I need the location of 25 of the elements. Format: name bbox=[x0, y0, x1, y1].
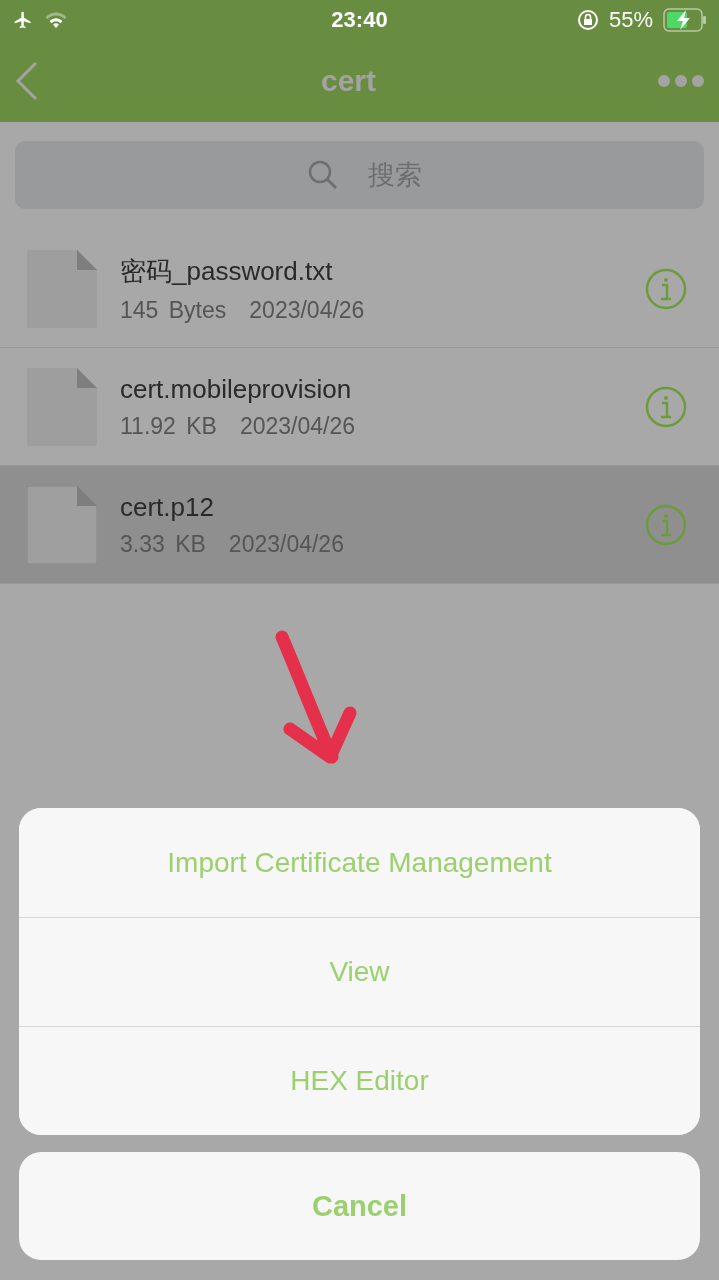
info-button[interactable] bbox=[645, 267, 687, 310]
info-button[interactable] bbox=[645, 503, 687, 546]
file-meta: 3.33 KB 2023/04/26 bbox=[120, 530, 345, 558]
file-name: cert.mobileprovision bbox=[120, 373, 353, 405]
search-icon bbox=[307, 160, 338, 190]
battery-percentage: 55% bbox=[608, 7, 653, 33]
file-icon bbox=[27, 367, 97, 446]
file-icon bbox=[27, 485, 97, 564]
file-meta: 145 Bytes 2023/04/26 bbox=[120, 296, 366, 324]
cancel-button[interactable]: Cancel bbox=[19, 1152, 700, 1260]
file-row[interactable]: cert.p12 3.33 KB 2023/04/26 bbox=[0, 466, 719, 584]
action-option[interactable]: HEX Editor bbox=[19, 1026, 700, 1135]
file-meta: 11.92 KB 2023/04/26 bbox=[120, 412, 357, 440]
more-button[interactable] bbox=[657, 74, 705, 88]
info-button[interactable] bbox=[645, 385, 687, 428]
file-name: cert.p12 bbox=[120, 491, 215, 523]
battery-charging-icon bbox=[663, 8, 707, 32]
wifi-icon bbox=[44, 11, 68, 29]
file-icon bbox=[27, 249, 97, 328]
file-name: 密码_password.txt bbox=[120, 254, 334, 288]
rotation-lock-icon bbox=[576, 9, 599, 31]
clock-time: 23:40 bbox=[331, 7, 388, 33]
nav-title: cert bbox=[319, 64, 377, 98]
back-button[interactable] bbox=[14, 61, 40, 101]
airplane-icon bbox=[12, 10, 34, 30]
